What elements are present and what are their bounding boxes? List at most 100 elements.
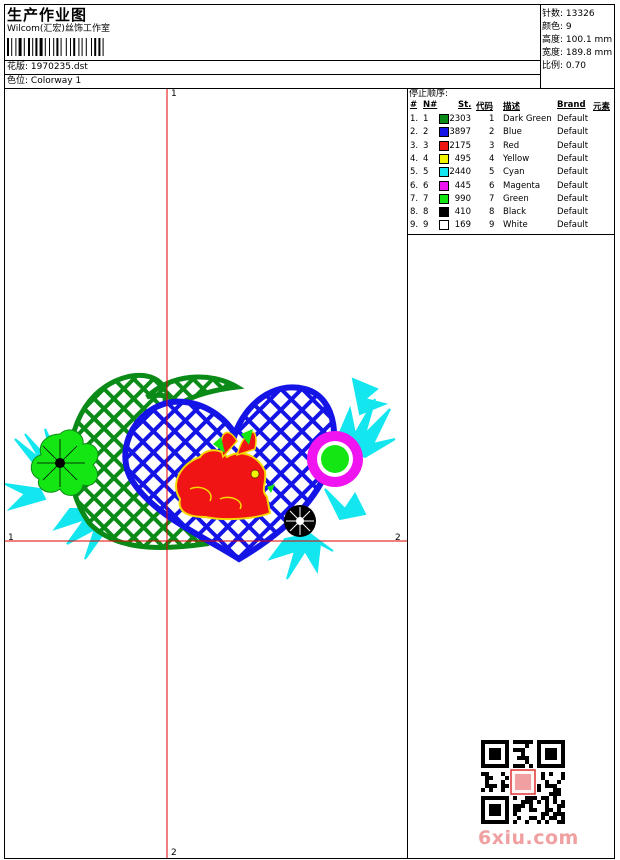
colorway-name: Colorway 1 [30,76,82,86]
thread-brand: Default [557,153,589,164]
stop-index: 1. [410,114,419,124]
color-code: 8 [489,207,495,218]
stitch-count: 990 [454,193,471,204]
color-swatch [439,220,449,231]
stop-sequence-heading: 停止顺序: [409,89,449,99]
colorway-label: 色位: [7,76,29,86]
thread-brand: Default [557,140,589,151]
magenta-flower [307,431,363,487]
stop-index: 7. [410,193,419,204]
stop-table-bottom-rule [407,234,615,235]
stitch-count: 2440 [449,167,471,178]
stat-width: 宽度: 189.8 mm [542,48,613,58]
header-divider-1 [4,60,540,61]
color-description: White [503,220,528,231]
stitch-count: 2175 [449,140,471,151]
panel-divider [407,88,408,859]
header-divider-2 [4,74,540,75]
stop-index: 2. [410,127,419,138]
color-description: Yellow [503,153,530,164]
page-title: 生产作业图 [7,6,88,24]
needle-number: 5 [423,167,429,178]
color-description: Blue [503,127,522,138]
stop-index: 9. [410,220,419,231]
color-swatch [439,180,449,191]
stitch-count: 445 [454,180,471,191]
stitch-count: 495 [454,153,471,164]
stop-row: 2. 2 3897 2 Blue Default [409,126,615,139]
color-swatch [439,153,449,164]
color-description: Green [503,193,529,204]
needle-number: 8 [423,207,429,218]
stat-colors: 颜色: 9 [542,22,572,32]
axis-label-top: 1 [171,89,177,99]
needle-number: 6 [423,180,429,191]
axis-label-bottom: 2 [171,848,177,858]
stitch-count: 410 [454,207,471,218]
design-file-name: 1970235.dst [30,62,88,72]
color-description: Magenta [503,180,541,191]
stitch-count: 2303 [449,114,471,124]
colorway-row: 色位: Colorway 1 [7,76,81,87]
stop-index: 4. [410,153,419,164]
design-canvas [5,89,407,858]
stat-height: 高度: 100.1 mm [542,35,613,45]
black-flower [284,505,316,537]
stop-row: 9. 9 169 9 White Default [409,219,615,232]
color-swatch [439,127,449,138]
color-swatch [439,207,449,218]
stitch-count: 169 [454,220,471,231]
stop-index: 8. [410,207,419,218]
barcode [7,38,104,56]
design-file-label: 花版: [7,62,29,72]
stat-stitches: 针数: 13326 [542,9,595,19]
col-hash: # [410,100,418,110]
axis-label-left: 1 [8,533,14,543]
color-swatch [439,167,449,178]
needle-number: 3 [423,140,429,151]
stop-row: 3. 3 2175 3 Red Default [409,140,615,153]
stop-row: 6. 6 445 6 Magenta Default [409,180,615,193]
stop-row: 7. 7 990 7 Green Default [409,193,615,206]
color-code: 6 [489,180,495,191]
stop-row: 8. 8 410 8 Black Default [409,206,615,219]
stop-row: 4. 4 495 4 Yellow Default [409,153,615,166]
color-swatch [439,193,449,204]
stat-scale: 比例: 0.70 [542,61,586,71]
color-description: Dark Green [503,114,552,124]
needle-number: 7 [423,193,429,204]
needle-number: 9 [423,220,429,231]
thread-brand: Default [557,193,589,204]
stop-index: 3. [410,140,419,151]
color-code: 1 [489,114,495,124]
thread-brand: Default [557,114,589,124]
header-divider-vertical [540,4,541,88]
thread-brand: Default [557,220,589,231]
color-description: Cyan [503,167,525,178]
color-code: 9 [489,220,495,231]
stop-row: 1. 1 2303 1 Dark Green Default [409,113,615,126]
color-code: 2 [489,127,495,138]
watermark-logo: 6xiu.com [478,827,579,849]
color-code: 7 [489,193,495,204]
color-swatch [439,140,449,151]
needle-number: 4 [423,153,429,164]
needle-number: 1 [423,114,429,124]
col-code: 代码 [476,102,494,112]
col-desc: 描述 [503,102,521,112]
color-code: 5 [489,167,495,178]
color-swatch [439,114,449,124]
stitch-count: 3897 [449,127,471,138]
col-st: St. [458,100,472,110]
stop-index: 5. [410,167,419,178]
color-description: Black [503,207,526,218]
col-n: N# [423,100,438,110]
company-name: Wilcom(汇宏)丝饰工作室 [7,24,110,34]
thread-brand: Default [557,180,589,191]
thread-brand: Default [557,167,589,178]
color-code: 3 [489,140,495,151]
color-code: 4 [489,153,495,164]
stop-index: 6. [410,180,419,191]
design-file-row: 花版: 1970235.dst [7,62,88,73]
qr-code [481,740,565,824]
